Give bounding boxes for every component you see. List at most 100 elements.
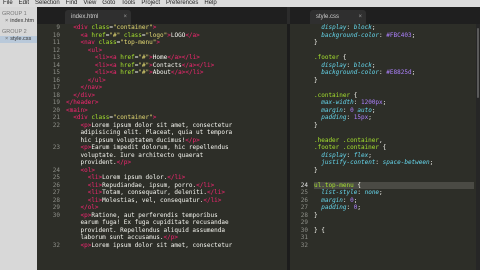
code-line[interactable]: provident.</p> [66, 159, 284, 167]
line-number: 16 [52, 76, 60, 84]
sidebar-file[interactable]: × index.htm [0, 18, 37, 25]
code-area[interactable]: <div class="container"> <a href="#" clas… [66, 24, 284, 249]
code-line[interactable]: justify-content: space-between; [314, 159, 474, 167]
code-line[interactable]: <p>Earum impedit dolorum, hic repellendu… [66, 144, 284, 152]
line-number: 29 [300, 219, 308, 226]
code-line[interactable]: <ul> [66, 47, 284, 55]
code-line[interactable]: background-color: #FBC403; [314, 32, 474, 40]
code-line[interactable]: display: block; [314, 62, 474, 70]
line-number: 32 [300, 241, 308, 249]
code-line[interactable]: </ul> [66, 77, 284, 85]
menu-item[interactable]: Find [63, 0, 81, 7]
code-line[interactable]: } [314, 122, 474, 130]
close-icon[interactable]: × [5, 18, 8, 24]
code-line[interactable]: </ol> [66, 204, 284, 212]
code-line[interactable]: background-color: #E8825d; [314, 69, 474, 77]
sidebar: GROUP 1 × index.htm GROUP 2 × style.css [0, 7, 37, 270]
menu-item[interactable]: Goto [99, 0, 118, 7]
code-line[interactable]: } [314, 39, 474, 47]
code-line[interactable]: hic ipsum voluptatem ducimus!</p> [66, 137, 284, 145]
code-line[interactable]: <li>Molestias, vel, consequatur.</li> [66, 197, 284, 205]
menu-item[interactable]: Help [201, 0, 219, 7]
code-line[interactable]: <li><a href="#">Contacts</a></li> [66, 62, 284, 70]
code-line[interactable] [314, 47, 474, 55]
close-icon[interactable]: × [5, 36, 8, 42]
menu-item[interactable]: Preferences [163, 0, 201, 7]
code-line[interactable]: list-style: none; [314, 189, 474, 197]
code-line[interactable]: </nav> [66, 84, 284, 92]
code-line[interactable]: <div class="container"> [66, 114, 284, 122]
code-line[interactable]: <a href="#" class="logo">LOGO</a> [66, 32, 284, 40]
code-area[interactable]: display: block; background-color: #FBC40… [314, 24, 474, 249]
code-line[interactable] [314, 234, 474, 242]
menu-item[interactable]: File [0, 0, 16, 7]
code-line[interactable]: } { [314, 227, 474, 235]
code-line[interactable]: .footer { [314, 54, 474, 62]
code-line[interactable]: <li>Totam, consequatur, deleniti.</li> [66, 189, 284, 197]
code-line[interactable]: provident. Repellendus aliquid assumenda [66, 227, 284, 235]
editor-pane-html[interactable]: 9 10 11 12 13 14 15 16 17 18 19 20 21 22 23 24 25 26 27 28 2… [37, 24, 287, 270]
code-line[interactable]: </header> [66, 99, 284, 107]
line-number: 22 [52, 121, 60, 129]
code-line[interactable]: } [314, 167, 474, 175]
code-line[interactable] [314, 129, 474, 137]
code-line[interactable]: .header .container, [314, 137, 474, 145]
code-line[interactable]: <li><a href="#">Home</a></li> [66, 54, 284, 62]
code-line[interactable]: margin: 0; [314, 197, 474, 205]
line-number: 18 [52, 91, 60, 99]
sidebar-file[interactable]: × style.css [0, 36, 37, 43]
tab-label: index.html [71, 14, 99, 20]
menu-bar: File Edit Selection Find View Goto Tools Projec… [0, 0, 480, 7]
code-line[interactable]: <p>Lorem ipsum dolor sit amet, consectet… [66, 242, 284, 250]
menu-item[interactable]: Project [138, 0, 163, 7]
code-line[interactable]: padding: 0; [314, 204, 474, 212]
line-number: 30 [300, 226, 308, 234]
code-line[interactable]: padding: 15px; [314, 114, 474, 122]
code-line[interactable]: .container { [314, 92, 474, 100]
tab-index-html[interactable]: index.html × [65, 10, 131, 24]
code-line[interactable]: <ol> [66, 167, 284, 175]
line-number: 11 [52, 39, 60, 46]
code-line[interactable]: .footer .container { [314, 144, 474, 152]
code-line[interactable]: </div> [66, 92, 284, 100]
code-line[interactable]: ul.top-menu { [314, 181, 474, 189]
code-line[interactable]: <li><a href="#">About</a></li> [66, 69, 284, 77]
code-line[interactable]: max-width: 1200px; [314, 99, 474, 107]
scrollbar[interactable] [476, 24, 480, 270]
code-line[interactable] [314, 174, 474, 182]
scrollbar-thumb[interactable] [477, 28, 479, 98]
editor-pane-css[interactable]: 24 25 26 27 28 29 30 31 32 display: block; backg… [290, 24, 476, 270]
sidebar-group-label: GROUP 2 [2, 29, 27, 35]
code-line[interactable]: adipisicing elit. Placeat, quia ut tempo… [66, 129, 284, 137]
code-line[interactable]: voluptate. Iure architecto quaerat [66, 152, 284, 160]
code-line[interactable]: margin: 0 auto; [314, 107, 474, 115]
code-line[interactable] [314, 242, 474, 250]
close-icon[interactable]: × [123, 10, 127, 24]
close-icon[interactable]: × [358, 10, 362, 24]
code-line[interactable] [314, 84, 474, 92]
tab-style-css[interactable]: style.css × [310, 10, 366, 24]
menu-item[interactable]: Edit [16, 0, 32, 7]
code-line[interactable]: } [314, 77, 474, 85]
code-line[interactable]: display: block; [314, 24, 474, 32]
code-line[interactable]: display: flex; [314, 152, 474, 160]
left-tab-bar: index.html × [37, 7, 287, 24]
line-number: 14 [52, 61, 60, 69]
code-line[interactable]: <li>Lorem ipsum dolor.</li> [66, 174, 284, 182]
code-line[interactable]: <main> [66, 107, 284, 115]
code-line[interactable]: laborum sunt accusamus.</p> [66, 234, 284, 242]
code-line[interactable]: <nav class="top-menu"> [66, 39, 284, 47]
code-line[interactable] [314, 219, 474, 227]
code-line[interactable]: earum fuga! Ex fuga cupiditate recusanda… [66, 219, 284, 227]
line-number: 27 [52, 189, 60, 196]
line-number: 10 [52, 31, 60, 39]
menu-item[interactable]: View [80, 0, 99, 7]
menu-item[interactable]: Tools [118, 0, 138, 7]
code-line[interactable]: <p>Lorem ipsum dolor sit amet, consectet… [66, 122, 284, 130]
code-line[interactable]: <div class="container"> [66, 24, 284, 32]
code-line[interactable]: <li>Repudiandae, ipsum, porro.</li> [66, 182, 284, 190]
menu-item[interactable]: Selection [32, 0, 63, 7]
tab-label: style.css [316, 14, 340, 20]
code-line[interactable]: } [314, 212, 474, 220]
code-line[interactable]: <p>Ratione, aut perferendis temporibus [66, 212, 284, 220]
